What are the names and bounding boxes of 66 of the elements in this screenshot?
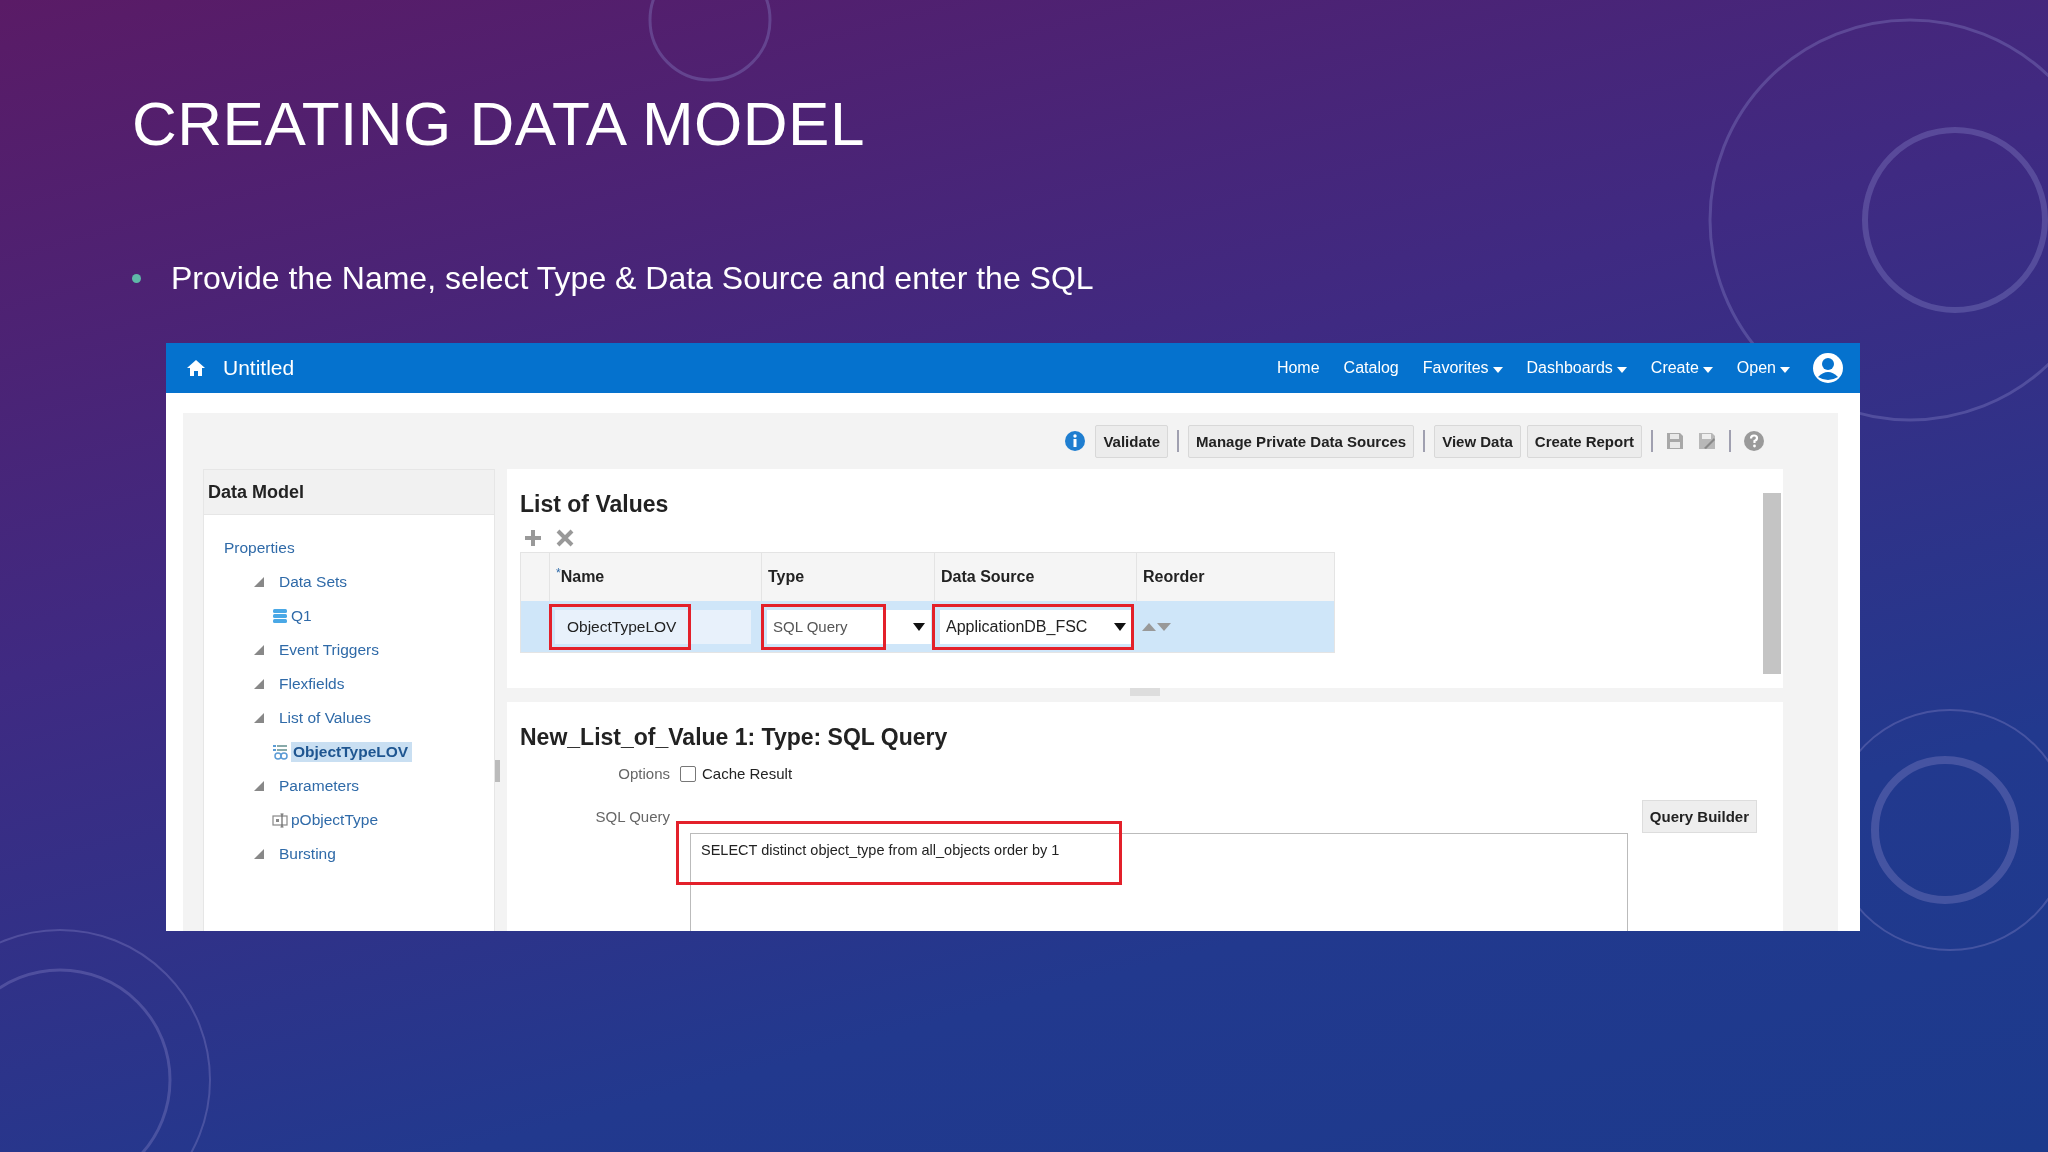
field-label: SQL Query [594,808,671,825]
tree-item[interactable]: Parameters [279,777,360,795]
save-as-icon[interactable] [1698,432,1716,450]
tree-item[interactable]: Bursting [279,845,336,863]
column-header: Name [560,568,605,585]
toolbar-button[interactable]: Create Report [1526,424,1642,458]
query-builder-button[interactable]: Query Builder [1641,800,1757,833]
move-up-icon[interactable] [1142,622,1156,631]
expanded-triangle-icon[interactable] [254,577,264,587]
nav-link[interactable]: Favorites [1422,359,1503,377]
tree-item[interactable]: Data Sets [279,573,348,591]
expanded-triangle-icon[interactable] [254,645,264,655]
sql-text-area[interactable]: SELECT distinct object_type from all_objects order by 1 [690,833,1628,931]
delete-icon[interactable] [555,528,575,548]
name-field[interactable]: ObjectTypeLOV [555,609,751,644]
tree-item[interactable]: List of Values [279,709,371,727]
expanded-triangle-icon[interactable] [254,781,264,791]
column-header: Data Source [941,568,1035,585]
toolbar-button[interactable]: Validate [1095,424,1169,458]
splitter-handle[interactable] [1130,688,1160,696]
home-icon[interactable] [186,359,206,377]
bullet-text: Provide the Name, select Type & Data Source and enter the SQL [171,260,1094,297]
required-marker: * [556,566,561,580]
list-icon [272,744,288,760]
nav-link[interactable]: Open [1736,359,1790,377]
field-label: Options [617,765,671,782]
add-icon[interactable] [523,528,543,548]
caret-icon [1114,622,1126,631]
expanded-triangle-icon[interactable] [254,713,264,723]
user-avatar-icon[interactable] [1812,352,1844,384]
move-down-icon[interactable] [1157,622,1171,631]
help-icon[interactable] [1744,431,1764,451]
scrollbar[interactable] [1763,493,1781,675]
section-title: List of Values [520,491,670,518]
app-title: Untitled [223,356,295,380]
slide-title: CREATING DATA MODEL [131,88,866,160]
collapse-handle[interactable] [495,760,500,782]
column-header: Type [768,568,805,585]
database-icon [272,608,288,624]
nav-link[interactable]: Create [1650,359,1713,377]
nav-link[interactable]: Home [1276,359,1320,377]
tree-item[interactable]: Q1 [291,607,312,625]
expanded-triangle-icon[interactable] [254,679,264,689]
bullet-dot [132,274,141,283]
toolbar-button[interactable]: View Data [1434,424,1521,458]
checkbox-label: Cache Result [702,765,793,782]
info-icon [1065,431,1086,451]
expanded-triangle-icon[interactable] [254,849,264,859]
tree-item[interactable]: Properties [224,539,295,557]
tree-item[interactable]: ObjectTypeLOV [291,742,413,762]
tree-item[interactable]: pObjectType [291,811,379,829]
toolbar-button[interactable]: Manage Private Data Sources [1188,424,1415,458]
tree-item[interactable]: Event Triggers [279,641,379,659]
data-source-dropdown[interactable]: ApplicationDB_FSC [940,609,1132,644]
column-header: Reorder [1143,567,1205,587]
caret-icon [913,622,925,631]
nav-link[interactable]: Dashboards [1526,359,1627,377]
section-title: New_List_of_Value 1: Type: SQL Query [520,724,949,751]
type-dropdown[interactable]: SQL Query [767,609,931,644]
table-row[interactable]: ObjectTypeLOV SQL Query ApplicationDB_FSC [521,601,1334,652]
save-icon[interactable] [1666,432,1684,450]
tree-item[interactable]: Flexfields [279,675,345,693]
checkbox[interactable] [680,765,696,782]
text-field-icon [272,812,288,828]
sidebar-title: Data Model [204,470,494,515]
nav-link[interactable]: Catalog [1343,359,1399,377]
